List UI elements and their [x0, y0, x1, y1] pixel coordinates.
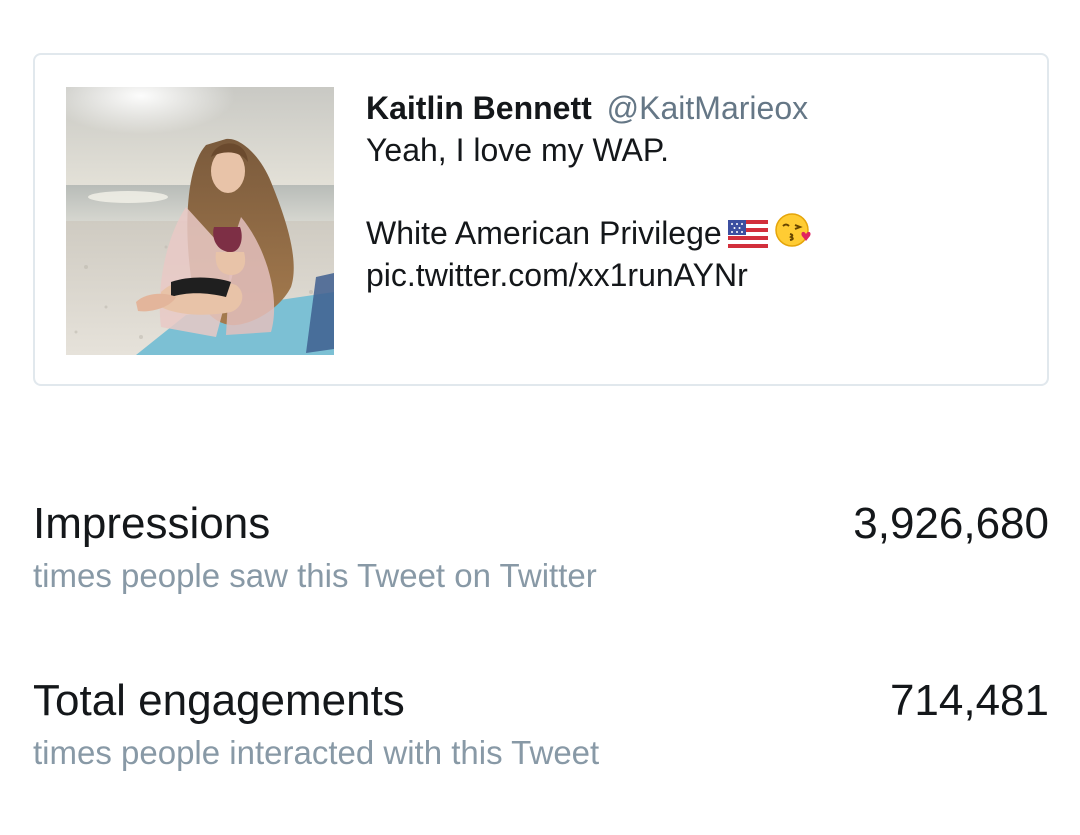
tweet-text: Yeah, I love my WAP. White American Priv…	[366, 129, 1026, 296]
tweet-header: Kaitlin Bennett @KaitMarieox	[366, 87, 1026, 129]
tweet-body: Kaitlin Bennett @KaitMarieox Yeah, I lov…	[366, 87, 1026, 296]
metric-description: times people interacted with this Tweet	[33, 734, 600, 771]
embedded-tweet-card[interactable]: Kaitlin Bennett @KaitMarieox Yeah, I lov…	[33, 53, 1049, 386]
metric-value: 714,481	[889, 676, 1049, 725]
metric-title: Total engagements	[33, 676, 405, 725]
tweet-text-line: Yeah, I love my WAP.	[366, 132, 669, 168]
tweet-text-line-with-emoji: White American Privilege	[366, 212, 1026, 254]
author-name[interactable]: Kaitlin Bennett	[366, 90, 592, 126]
tweet-text-spacer	[366, 171, 1026, 212]
tweet-text-line: White American Privilege	[366, 215, 722, 251]
metric-title: Impressions	[33, 499, 271, 548]
metric-value: 3,926,680	[853, 499, 1049, 548]
author-handle[interactable]: @KaitMarieox	[607, 90, 808, 126]
tweet-media-link[interactable]: pic.twitter.com/xx1runAYNr	[366, 254, 1026, 296]
tweet-photo[interactable]	[66, 87, 334, 355]
total-engagements-metric: Total engagements 714,481 times people i…	[33, 675, 1049, 785]
metric-description: times people saw this Tweet on Twitter	[33, 557, 597, 594]
kissing-face-icon	[774, 212, 814, 258]
impressions-metric: Impressions 3,926,680 times people saw t…	[33, 498, 1049, 608]
us-flag-icon	[727, 216, 768, 258]
